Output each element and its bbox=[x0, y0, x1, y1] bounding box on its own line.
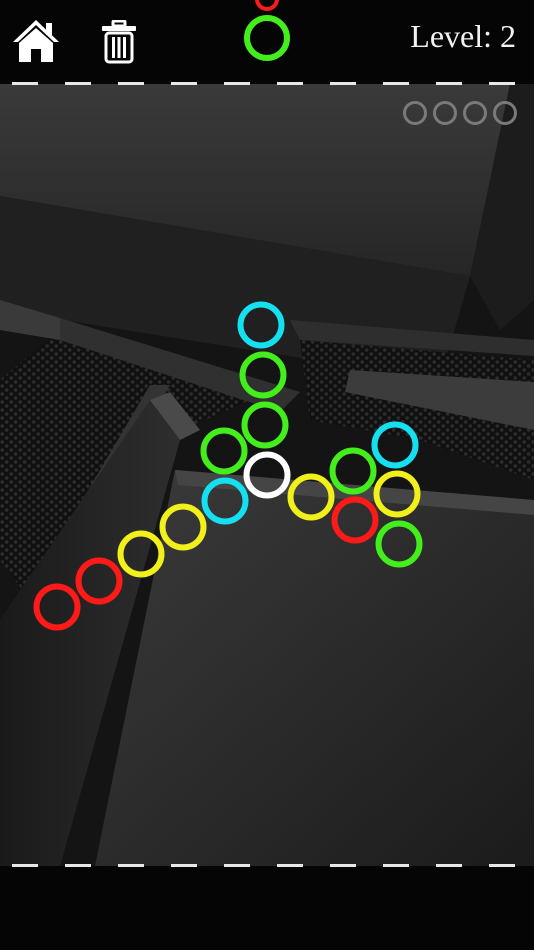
board-background bbox=[0, 84, 534, 866]
home-icon bbox=[13, 20, 59, 62]
bottom-boundary-line bbox=[12, 864, 524, 867]
level-indicator: Level: 2 bbox=[410, 18, 516, 54]
game-screen: Level: 2 bbox=[0, 0, 534, 950]
trash-icon bbox=[102, 19, 136, 64]
bottom-bar bbox=[0, 866, 534, 950]
top-boundary-line bbox=[12, 82, 524, 85]
home-button[interactable] bbox=[11, 18, 61, 64]
clear-button[interactable] bbox=[100, 19, 138, 64]
